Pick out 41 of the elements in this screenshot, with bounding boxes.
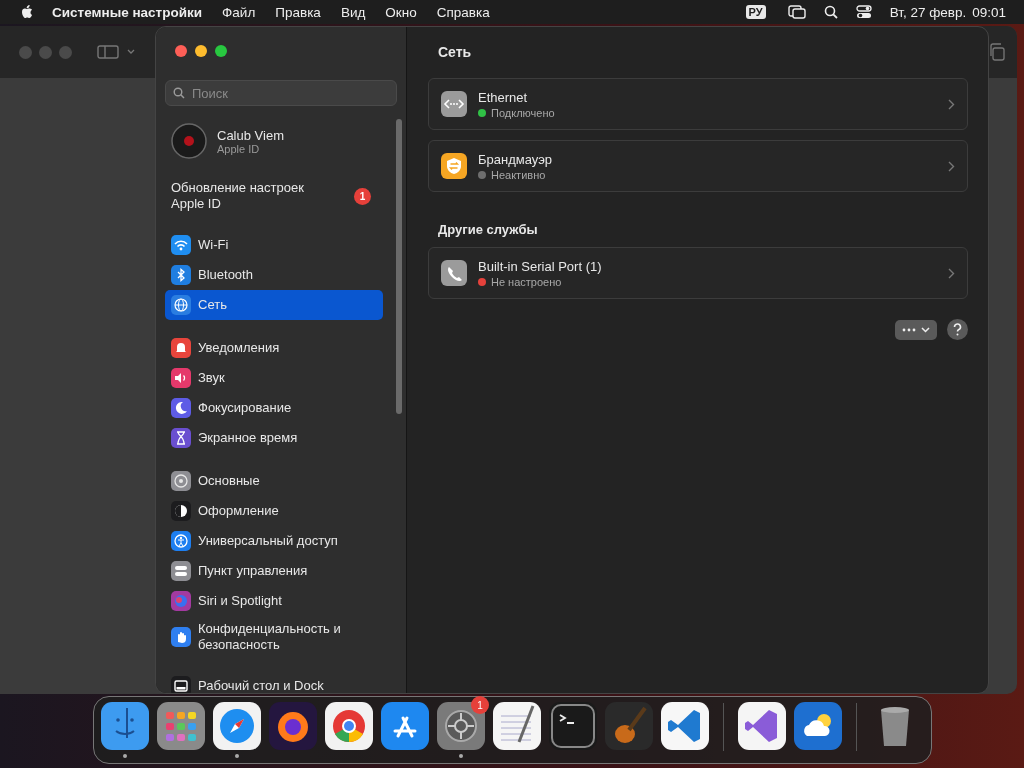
account-row[interactable]: Calub Viem Apple ID	[165, 120, 383, 162]
menu-item[interactable]: Справка	[436, 4, 490, 20]
status-text: Неактивно	[491, 168, 546, 181]
service-name: Брандмауэр	[478, 151, 553, 167]
notification-badge: 1	[471, 696, 489, 714]
input-source-indicator[interactable]: РУ	[745, 5, 766, 19]
service-row[interactable]: Брандмауэр Неактивно	[428, 140, 968, 192]
page-title: Сеть	[438, 44, 473, 60]
sidebar-item[interactable]: Оформление	[165, 496, 383, 526]
time-text[interactable]: 09:01	[972, 4, 1006, 20]
status-text: Не настроено	[491, 275, 562, 288]
search-field[interactable]: Поиск	[165, 80, 397, 106]
app-menu[interactable]: Системные настройки	[52, 4, 203, 20]
sidebar-item[interactable]: Уведомления	[165, 333, 383, 363]
sidebar-item[interactable]: Универсальный доступ	[165, 526, 383, 556]
sidebar-item[interactable]: Фокусирование	[165, 393, 383, 423]
notification-badge: 1	[354, 187, 371, 205]
sidebar-item[interactable]: Wi-Fi	[165, 230, 383, 260]
update-notice-link[interactable]: Обновление настроек Apple ID	[171, 180, 321, 212]
service-name: Built-in Serial Port (1)	[478, 258, 603, 274]
sidebar-item[interactable]: Сеть	[165, 290, 383, 320]
sidebar-item[interactable]: Siri и Spotlight	[165, 586, 383, 616]
sidebar-item[interactable]: Пункт управления	[165, 556, 383, 586]
date-text[interactable]: Вт, 27 февр.	[889, 4, 967, 20]
menu-item[interactable]: Правка	[275, 4, 321, 20]
section-heading: Другие службы	[438, 222, 539, 237]
sidebar-item[interactable]: Bluetooth	[165, 260, 383, 290]
service-name: Ethernet	[478, 89, 529, 105]
sidebar-item[interactable]: Конфиденциальность и безопасность	[165, 616, 383, 658]
sidebar-item[interactable]: Экранное время	[165, 423, 383, 453]
service-row[interactable]: Ethernet Подключено	[428, 78, 968, 130]
sidebar-item[interactable]: Основные	[165, 466, 383, 496]
sidebar-item[interactable]: Звук	[165, 363, 383, 393]
account-subtitle: Apple ID	[217, 142, 261, 155]
service-row[interactable]: Built-in Serial Port (1) Не настроено	[428, 247, 968, 299]
menu-item[interactable]: Окно	[385, 4, 417, 20]
sidebar-item[interactable]: Рабочий стол и Dock	[165, 671, 383, 693]
status-text: Подключено	[491, 106, 555, 119]
menu-item[interactable]: Вид	[340, 4, 366, 20]
account-name: Calub Viem	[217, 127, 284, 143]
menu-item[interactable]: Файл	[222, 4, 256, 20]
